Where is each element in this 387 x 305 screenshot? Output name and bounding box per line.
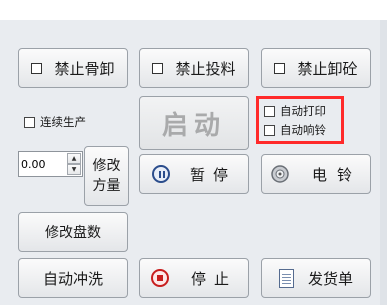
- modify-quantity-label-line2: 方量: [92, 178, 121, 194]
- auto-flush-button[interactable]: 自动冲洗: [18, 258, 128, 298]
- forbid-bone-unload-button[interactable]: 禁止骨卸: [18, 48, 128, 88]
- checkbox-icon: [274, 62, 286, 74]
- checkbox-box[interactable]: [24, 116, 35, 128]
- bell-label: 电铃: [311, 165, 362, 184]
- forbid-concrete-unload-button[interactable]: 禁止卸砼: [261, 48, 371, 88]
- modify-quantity-button[interactable]: 修改 方量: [84, 146, 129, 206]
- bell-icon: [270, 164, 290, 184]
- modify-quantity-label-line1: 修改: [92, 158, 121, 174]
- delivery-note-label: 发货单: [307, 269, 353, 288]
- quantity-stepper[interactable]: ▲ ▼: [18, 151, 83, 177]
- continuous-production-label: 连续生产: [40, 115, 86, 129]
- stop-label: 停止: [190, 269, 237, 288]
- forbid-feed-label: 禁止投料: [175, 59, 236, 78]
- stepper-arrows[interactable]: ▲ ▼: [67, 153, 81, 175]
- forbid-feed-button[interactable]: 禁止投料: [139, 48, 249, 88]
- checkbox-icon: [31, 62, 43, 74]
- stop-icon: [150, 269, 169, 287]
- stepper-down-icon[interactable]: ▼: [67, 164, 81, 175]
- stepper-up-icon[interactable]: ▲: [67, 153, 81, 164]
- start-label: 启动: [161, 110, 226, 141]
- continuous-production-checkbox[interactable]: 连续生产: [24, 114, 86, 130]
- quantity-input[interactable]: [19, 153, 65, 175]
- document-icon: [278, 268, 294, 288]
- auto-flush-label: 自动冲洗: [42, 269, 103, 288]
- forbid-concrete-unload-label: 禁止卸砼: [297, 59, 358, 78]
- modify-tray-count-label: 修改盘数: [45, 225, 101, 241]
- panel-edge: [380, 20, 387, 305]
- pause-button[interactable]: 暂停: [139, 154, 249, 194]
- checkbox-icon: [152, 62, 164, 74]
- highlight-frame: [256, 96, 344, 144]
- modify-tray-count-button[interactable]: 修改盘数: [18, 212, 128, 252]
- start-button[interactable]: 启动: [139, 96, 249, 150]
- pause-icon: [151, 165, 170, 183]
- delivery-note-button[interactable]: 发货单: [261, 258, 371, 298]
- stop-button[interactable]: 停止: [139, 258, 249, 298]
- bell-button[interactable]: 电铃: [261, 154, 371, 194]
- top-strip: [0, 0, 387, 20]
- pause-label: 暂停: [189, 165, 236, 184]
- forbid-bone-unload-label: 禁止骨卸: [54, 59, 115, 78]
